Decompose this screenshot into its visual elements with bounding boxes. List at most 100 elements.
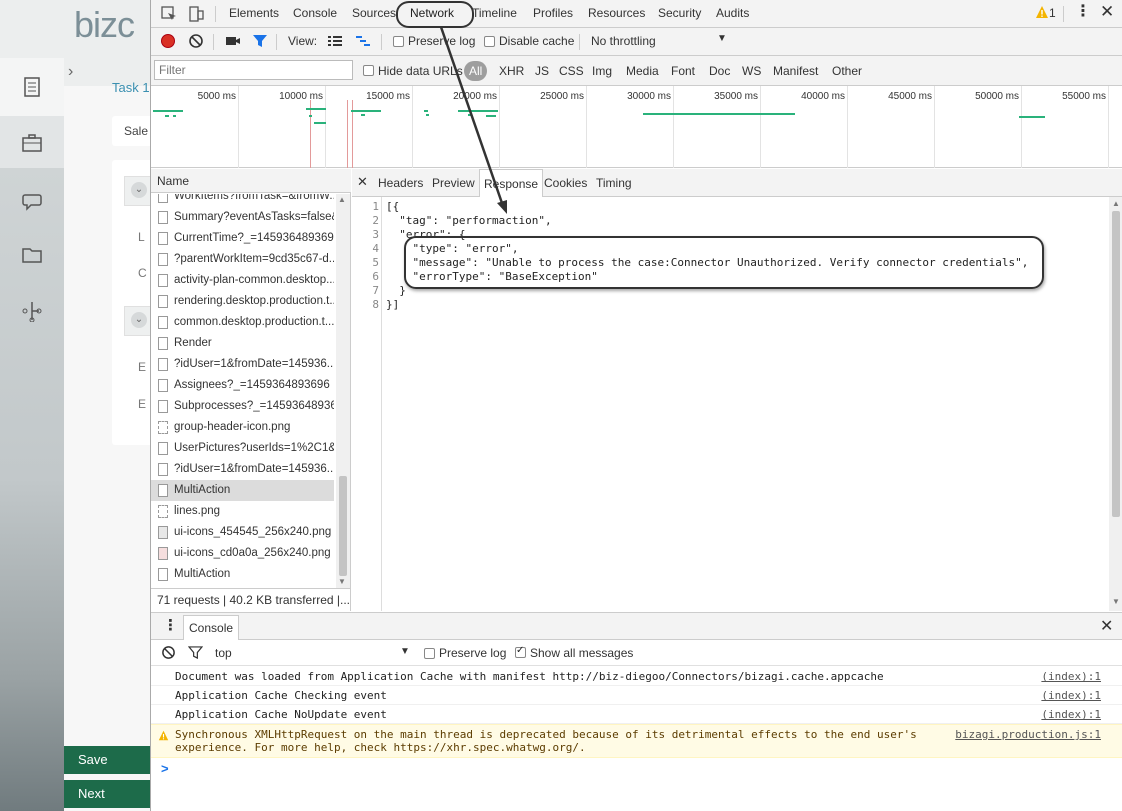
request-row[interactable]: Assignees?_=1459364893696: [151, 375, 334, 396]
scroll-up-icon[interactable]: ▲: [1112, 199, 1120, 208]
chevron-down-icon[interactable]: ▼: [717, 33, 727, 44]
request-row[interactable]: activity-plan-common.desktop...: [151, 270, 334, 291]
request-row[interactable]: ui-icons_454545_256x240.png: [151, 522, 334, 543]
save-button[interactable]: Save: [64, 746, 150, 774]
request-row[interactable]: ?idUser=1&fromDate=145936...: [151, 354, 334, 375]
tab-headers[interactable]: Headers: [378, 176, 423, 190]
context-select[interactable]: top: [215, 646, 232, 660]
filter-type-js[interactable]: JS: [535, 64, 549, 78]
process-tree-icon[interactable]: [21, 300, 43, 322]
tab-console[interactable]: Console: [293, 6, 337, 20]
tab-response[interactable]: Response: [479, 169, 544, 197]
form-section-2[interactable]: ⌄: [124, 306, 150, 336]
request-row[interactable]: lines.png: [151, 501, 334, 522]
filter-type-all[interactable]: All: [464, 61, 488, 81]
filter-icon[interactable]: [252, 34, 268, 48]
filter-type-img[interactable]: Img: [592, 64, 612, 78]
request-row[interactable]: Summary?eventAsTasks=false&...: [151, 207, 334, 228]
filter-type-font[interactable]: Font: [671, 64, 695, 78]
filter-icon[interactable]: [188, 646, 203, 659]
filter-type-xhr[interactable]: XHR: [499, 64, 524, 78]
scrollbar-thumb[interactable]: [339, 476, 347, 576]
record-icon[interactable]: [161, 34, 175, 48]
request-row[interactable]: MultiAction: [151, 564, 334, 585]
preserve-log-checkbox[interactable]: [393, 36, 404, 47]
disable-cache-checkbox[interactable]: [484, 36, 495, 47]
drawer-menu-icon[interactable]: ⋮: [163, 616, 178, 634]
briefcase-icon[interactable]: [21, 132, 43, 154]
chat-icon[interactable]: [21, 190, 43, 212]
request-row[interactable]: ui-icons_cd0a0a_256x240.png: [151, 543, 334, 564]
response-scrollbar[interactable]: ▲ ▼: [1109, 197, 1122, 611]
request-row[interactable]: group-header-icon.png: [151, 417, 334, 438]
close-icon[interactable]: ✕: [357, 174, 368, 190]
console-toolbar: top ▼ Preserve log Show all messages: [151, 640, 1122, 666]
tab-console-drawer[interactable]: Console: [183, 615, 240, 640]
tab-audits[interactable]: Audits: [716, 6, 749, 20]
device-toolbar-icon[interactable]: [187, 5, 205, 23]
chevron-right-icon[interactable]: ›: [64, 58, 86, 86]
request-row[interactable]: common.desktop.production.t...: [151, 312, 334, 333]
request-row[interactable]: ?parentWorkItem=9cd35c67-d...: [151, 249, 334, 270]
console-source-link[interactable]: (index):1: [1041, 708, 1101, 721]
folder-icon[interactable]: [21, 244, 43, 266]
request-row[interactable]: ?idUser=1&fromDate=145936...: [151, 459, 334, 480]
scrollbar-thumb[interactable]: [1112, 211, 1120, 517]
tab-timing[interactable]: Timing: [596, 176, 632, 190]
clear-console-icon[interactable]: [161, 645, 176, 660]
scroll-up-icon[interactable]: ▲: [338, 195, 346, 204]
console-source-link[interactable]: bizagi.production.js:1: [955, 728, 1101, 741]
request-list-scrollbar[interactable]: ▲ ▼: [336, 194, 350, 588]
filter-type-ws[interactable]: WS: [742, 64, 761, 78]
inspect-element-icon[interactable]: [160, 5, 178, 23]
tab-timeline[interactable]: Timeline: [472, 6, 517, 20]
scroll-down-icon[interactable]: ▼: [338, 577, 346, 586]
request-row[interactable]: UserPictures?userIds=1%2C1&...: [151, 438, 334, 459]
more-menu-icon[interactable]: ⋮: [1075, 2, 1091, 22]
filter-input[interactable]: [154, 60, 353, 80]
form-section-1[interactable]: ⌄: [124, 176, 150, 206]
chevron-down-icon[interactable]: ▼: [400, 646, 410, 657]
filter-type-css[interactable]: CSS: [559, 64, 584, 78]
chevron-down-icon[interactable]: ⌄: [131, 312, 147, 328]
request-row[interactable]: rendering.desktop.production.t...: [151, 291, 334, 312]
tab-profiles[interactable]: Profiles: [533, 6, 573, 20]
console-prompt[interactable]: >: [161, 761, 169, 776]
inbox-icon[interactable]: [21, 76, 43, 98]
request-row[interactable]: Subprocesses?_=14593648936...: [151, 396, 334, 417]
request-row[interactable]: WorkItems?fromTask=&fromW...: [151, 194, 334, 207]
video-camera-icon[interactable]: [225, 34, 241, 48]
request-row-selected[interactable]: MultiAction: [151, 480, 334, 501]
console-preserve-log-checkbox[interactable]: [424, 648, 435, 659]
name-column-header[interactable]: Name: [151, 169, 351, 193]
filter-type-manifest[interactable]: Manifest: [773, 64, 818, 78]
filter-type-media[interactable]: Media: [626, 64, 659, 78]
network-overview[interactable]: 5000 ms 10000 ms 15000 ms 20000 ms 25000…: [151, 86, 1122, 168]
clear-icon[interactable]: [188, 33, 204, 49]
list-view-icon[interactable]: [327, 34, 343, 48]
warning-icon[interactable]: [1035, 5, 1049, 19]
throttling-select[interactable]: No throttling: [591, 34, 656, 48]
request-row[interactable]: Render: [151, 333, 334, 354]
tab-sources[interactable]: Sources: [352, 6, 396, 20]
filter-type-doc[interactable]: Doc: [709, 64, 730, 78]
tab-elements[interactable]: Elements: [229, 6, 279, 20]
tab-resources[interactable]: Resources: [588, 6, 645, 20]
hide-data-urls-checkbox[interactable]: [363, 65, 374, 76]
filter-type-other[interactable]: Other: [832, 64, 862, 78]
console-source-link[interactable]: (index):1: [1041, 689, 1101, 702]
tab-preview[interactable]: Preview: [432, 176, 475, 190]
waterfall-view-icon[interactable]: [355, 34, 371, 48]
tab-security[interactable]: Security: [658, 6, 701, 20]
scroll-down-icon[interactable]: ▼: [1112, 597, 1120, 606]
next-button[interactable]: Next: [64, 780, 150, 808]
task-link[interactable]: Task 1: [112, 80, 150, 95]
request-row[interactable]: CurrentTime?_=1459364893693: [151, 228, 334, 249]
chevron-down-icon[interactable]: ⌄: [131, 182, 147, 198]
tab-cookies[interactable]: Cookies: [544, 176, 587, 190]
warning-count[interactable]: 1: [1049, 6, 1056, 20]
console-source-link[interactable]: (index):1: [1041, 670, 1101, 683]
show-all-messages-checkbox[interactable]: [515, 645, 526, 658]
close-icon[interactable]: ✕: [1100, 616, 1113, 636]
close-icon[interactable]: ✕: [1100, 2, 1114, 22]
